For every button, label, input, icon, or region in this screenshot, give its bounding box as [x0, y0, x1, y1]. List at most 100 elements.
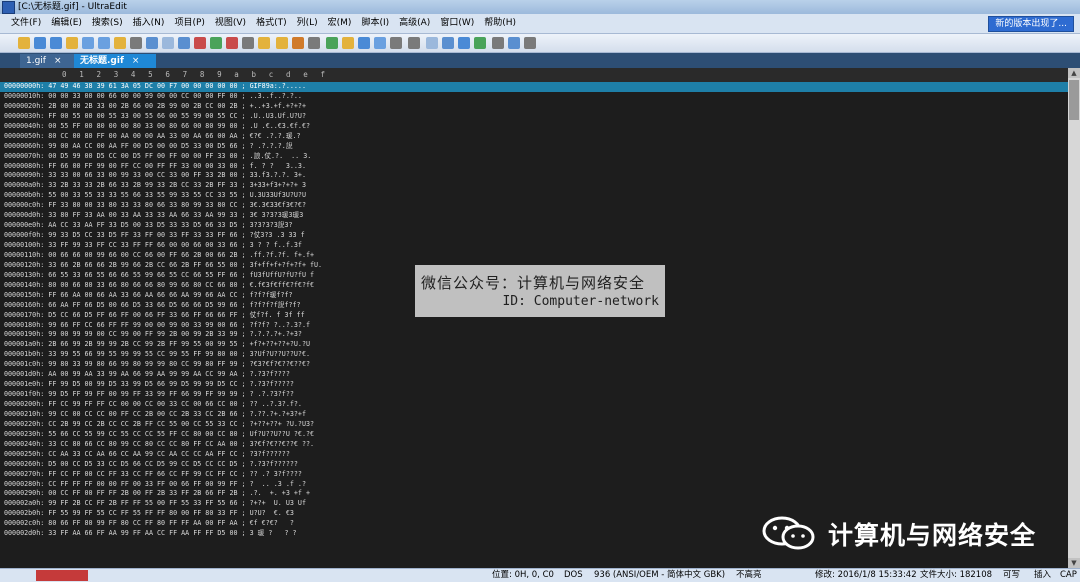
menu-item[interactable]: 高级(A): [394, 14, 435, 33]
toolbar-button-icon[interactable]: [508, 37, 520, 49]
toolbar-button-icon[interactable]: [326, 37, 338, 49]
vertical-scrollbar[interactable]: ▲ ▼: [1068, 68, 1080, 568]
hex-row[interactable]: 000001a0h: 2B 66 99 2B 99 99 2B CC 99 2B…: [0, 340, 1068, 350]
hex-row[interactable]: 00000050h: 80 CC 00 80 FF 00 AA 00 00 AA…: [0, 132, 1068, 142]
menu-item[interactable]: 宏(M): [323, 14, 357, 33]
toolbar-button-icon[interactable]: [292, 37, 304, 49]
tab-label: 1.gif: [26, 56, 46, 66]
hex-row[interactable]: 00000190h: 99 00 99 99 00 CC 99 00 FF 99…: [0, 330, 1068, 340]
toolbar-button-icon[interactable]: [258, 37, 270, 49]
hex-row[interactable]: 000001d0h: AA 00 99 AA 33 99 AA 66 99 AA…: [0, 370, 1068, 380]
hex-editor[interactable]: 0 1 2 3 4 5 6 7 8 9 a b c d e f 00000000…: [0, 68, 1068, 568]
hex-row[interactable]: 000000c0h: FF 33 80 00 33 80 33 33 80 66…: [0, 201, 1068, 211]
window-title: [C:\无标题.gif] - UltraEdit: [18, 2, 127, 12]
hex-row[interactable]: 00000060h: 99 00 AA CC 00 AA FF 00 D5 00…: [0, 142, 1068, 152]
toolbar-button-icon[interactable]: [408, 37, 420, 49]
hex-row[interactable]: 000001e0h: FF 99 D5 00 99 D5 33 99 D5 66…: [0, 380, 1068, 390]
hex-row[interactable]: 000000a0h: 33 2B 33 33 2B 66 33 2B 99 33…: [0, 181, 1068, 191]
toolbar-button-icon[interactable]: [308, 37, 320, 49]
hex-row[interactable]: 00000230h: 55 66 CC 55 99 CC 55 CC CC 55…: [0, 430, 1068, 440]
hex-row[interactable]: 00000020h: 2B 00 00 2B 33 00 2B 66 00 2B…: [0, 102, 1068, 112]
hex-row[interactable]: 00000240h: 33 CC 80 66 CC 80 99 CC 80 CC…: [0, 440, 1068, 450]
hex-row[interactable]: 00000220h: CC 2B 99 CC 2B CC CC 2B FF CC…: [0, 420, 1068, 430]
hex-row[interactable]: 00000180h: 99 66 FF CC 66 FF FF 99 00 00…: [0, 321, 1068, 331]
tab-untitled-gif[interactable]: 无标题.gif ×: [74, 54, 156, 68]
menu-item[interactable]: 帮助(H): [479, 14, 521, 33]
hex-row[interactable]: 00000250h: CC AA 33 CC AA 66 CC AA 99 CC…: [0, 450, 1068, 460]
toolbar-button-icon[interactable]: [146, 37, 158, 49]
scroll-up-icon[interactable]: ▲: [1068, 68, 1080, 78]
scroll-thumb[interactable]: [1069, 80, 1079, 120]
menu-item[interactable]: 文件(F): [6, 14, 46, 33]
hex-row[interactable]: 000000d0h: 33 80 FF 33 AA 00 33 AA 33 33…: [0, 211, 1068, 221]
menu-item[interactable]: 窗口(W): [435, 14, 479, 33]
toolbar-button-icon[interactable]: [358, 37, 370, 49]
hex-row[interactable]: 00000070h: 00 D5 99 00 D5 CC 00 D5 FF 00…: [0, 152, 1068, 162]
toolbar-button-icon[interactable]: [178, 37, 190, 49]
column-ruler: 0 1 2 3 4 5 6 7 8 9 a b c d e f: [0, 68, 1068, 83]
menu-item[interactable]: 视图(V): [210, 14, 251, 33]
menu-item[interactable]: 项目(P): [169, 14, 209, 33]
scroll-down-icon[interactable]: ▼: [1068, 558, 1080, 568]
hex-row[interactable]: 00000040h: 00 55 FF 00 80 00 00 80 33 00…: [0, 122, 1068, 132]
toolbar-button-icon[interactable]: [18, 37, 30, 49]
toolbar-button-icon[interactable]: [390, 37, 402, 49]
status-filesize: 文件大小: 182108: [920, 570, 993, 580]
menu-item[interactable]: 格式(T): [251, 14, 292, 33]
hex-row[interactable]: 00000260h: D5 00 CC D5 33 CC D5 66 CC D5…: [0, 460, 1068, 470]
menu-item[interactable]: 搜索(S): [87, 14, 128, 33]
hex-row[interactable]: 00000000h: 47 49 46 38 39 61 3A 05 DC 00…: [0, 82, 1068, 92]
toolbar-button-icon[interactable]: [66, 37, 78, 49]
hex-row[interactable]: 000002a0h: 99 FF 2B CC FF 2B FF FF 55 00…: [0, 499, 1068, 509]
hex-row[interactable]: 000000b0h: 55 00 33 55 33 33 55 66 33 55…: [0, 191, 1068, 201]
toolbar-button-icon[interactable]: [524, 37, 536, 49]
hex-row[interactable]: 000001b0h: 33 99 55 66 99 55 99 99 55 CC…: [0, 350, 1068, 360]
close-icon[interactable]: ×: [54, 56, 62, 66]
hex-row[interactable]: 00000270h: FF CC FF 00 CC FF 33 CC FF 66…: [0, 470, 1068, 480]
hex-row[interactable]: 00000100h: 33 FF 99 33 FF CC 33 FF FF 66…: [0, 241, 1068, 251]
toolbar-button-icon[interactable]: [374, 37, 386, 49]
hex-row[interactable]: 00000290h: 00 CC FF 00 FF FF 2B 00 FF 2B…: [0, 489, 1068, 499]
status-writable[interactable]: 可写: [1003, 569, 1020, 582]
toolbar-button-icon[interactable]: [82, 37, 94, 49]
new-version-notice-button[interactable]: 新的版本出现了...: [988, 16, 1074, 32]
toolbar-button-icon[interactable]: [442, 37, 454, 49]
hex-row[interactable]: 00000200h: FF CC 99 FF FF CC 00 00 CC 00…: [0, 400, 1068, 410]
toolbar-button-icon[interactable]: [130, 37, 142, 49]
hex-row[interactable]: 00000110h: 00 66 66 00 99 66 00 CC 66 00…: [0, 251, 1068, 261]
toolbar-button-icon[interactable]: [194, 37, 206, 49]
hex-row[interactable]: 00000030h: FF 00 55 00 00 55 33 00 55 66…: [0, 112, 1068, 122]
toolbar-button-icon[interactable]: [98, 37, 110, 49]
menu-item[interactable]: 编辑(E): [46, 14, 87, 33]
menu-item[interactable]: 列(L): [292, 14, 323, 33]
status-codepage[interactable]: 936 (ANSI/OEM - 简体中文 GBK): [594, 569, 725, 582]
hex-row[interactable]: 000000f0h: 99 33 D5 CC 33 D5 FF 33 FF 00…: [0, 231, 1068, 241]
toolbar-button-icon[interactable]: [34, 37, 46, 49]
toolbar-button-icon[interactable]: [426, 37, 438, 49]
toolbar-button-icon[interactable]: [276, 37, 288, 49]
toolbar-button-icon[interactable]: [210, 37, 222, 49]
status-insert-mode[interactable]: 插入: [1034, 569, 1051, 582]
hex-row[interactable]: 00000080h: FF 66 00 FF 99 00 FF CC 00 FF…: [0, 162, 1068, 172]
status-line-ending[interactable]: DOS: [564, 569, 583, 582]
toolbar-button-icon[interactable]: [242, 37, 254, 49]
toolbar-button-icon[interactable]: [492, 37, 504, 49]
menu-item[interactable]: 脚本(I): [356, 14, 394, 33]
hex-row[interactable]: 00000280h: CC FF FF FF 00 00 FF 00 33 FF…: [0, 480, 1068, 490]
toolbar-button-icon[interactable]: [162, 37, 174, 49]
toolbar-button-icon[interactable]: [226, 37, 238, 49]
hex-row[interactable]: 00000090h: 33 33 00 66 33 00 99 33 00 CC…: [0, 171, 1068, 181]
hex-row[interactable]: 00000010h: 00 00 33 00 00 66 00 00 99 00…: [0, 92, 1068, 102]
toolbar-button-icon[interactable]: [458, 37, 470, 49]
close-icon[interactable]: ×: [132, 56, 140, 66]
menu-item[interactable]: 插入(N): [128, 14, 170, 33]
toolbar-button-icon[interactable]: [50, 37, 62, 49]
toolbar-button-icon[interactable]: [114, 37, 126, 49]
toolbar-button-icon[interactable]: [342, 37, 354, 49]
status-highlight[interactable]: 不高亮: [736, 569, 762, 582]
toolbar-button-icon[interactable]: [474, 37, 486, 49]
hex-row[interactable]: 000001c0h: 99 80 33 99 80 66 99 80 99 99…: [0, 360, 1068, 370]
hex-row[interactable]: 00000210h: 99 CC 00 CC CC 00 FF CC 2B 00…: [0, 410, 1068, 420]
hex-row[interactable]: 000001f0h: 99 D5 FF 99 FF 00 99 FF 33 99…: [0, 390, 1068, 400]
hex-row[interactable]: 000000e0h: AA CC 33 AA FF 33 D5 00 33 D5…: [0, 221, 1068, 231]
